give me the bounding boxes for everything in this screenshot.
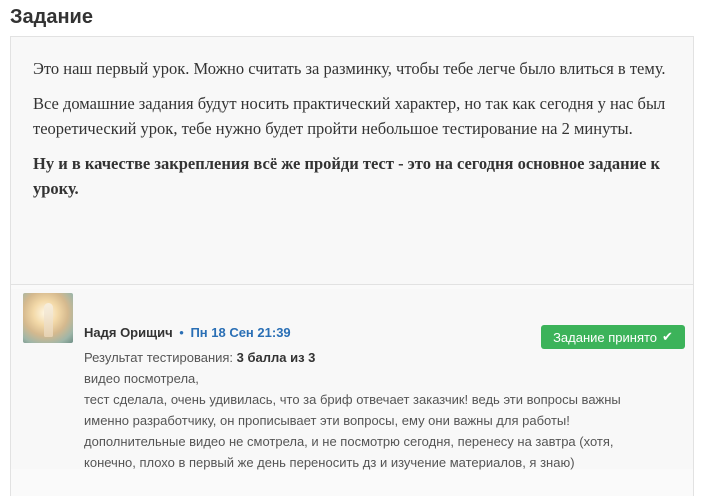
student-answer: Надя Орищич • Пн 18 Сен 21:39 Задание пр… [11,289,693,470]
answer-date[interactable]: Пн 18 Сен 21:39 [190,325,290,340]
answer-line: дополнительные видео не смотрела, и не п… [84,434,614,449]
avatar[interactable] [23,293,73,343]
task-description: Это наш первый урок. Можно считать за ра… [11,37,693,285]
meta-separator: • [179,325,184,340]
status-badge: Задание принято ✔ [541,325,685,349]
answer-line: тест сделала, очень удивилась, что за бр… [84,392,621,407]
task-paragraph: Все домашние задания будут носить практи… [33,94,666,138]
result-label: Результат тестирования: [84,350,234,365]
task-panel: Это наш первый урок. Можно считать за ра… [10,36,694,496]
test-result: Результат тестирования: 3 балла из 3 [84,347,684,368]
author-name[interactable]: Надя Орищич [84,325,173,340]
task-emphasis-paragraph: Ну и в качестве закрепления всё же пройд… [33,154,661,198]
task-paragraph: Это наш первый урок. Можно считать за ра… [33,59,666,78]
answer-meta: Надя Орищич • Пн 18 Сен 21:39 [84,325,291,341]
answer-line: конечно, плохо в первый же день переноси… [84,455,575,470]
result-value: 3 балла из 3 [236,350,316,365]
page-title: Задание [10,6,93,28]
answer-body: Результат тестирования: 3 балла из 3 вид… [84,347,684,473]
check-icon: ✔ [662,329,673,344]
answer-line: именно разработчику, он прописывает эти … [84,413,570,428]
status-label: Задание принято [553,329,658,345]
answer-line: видео посмотрела, [84,371,199,386]
